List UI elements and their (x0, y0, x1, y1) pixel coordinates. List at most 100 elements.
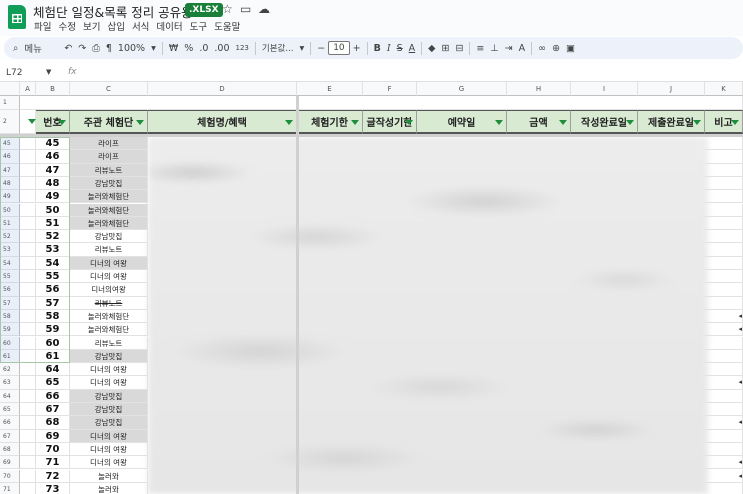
merge-cells-icon[interactable]: ⊟ (452, 43, 466, 54)
chart-icon[interactable]: ▣ (563, 43, 578, 54)
row-header[interactable]: 67 (0, 429, 20, 443)
fill-color-icon[interactable]: ◆ (425, 43, 438, 54)
note-cell[interactable] (705, 363, 743, 377)
note-cell[interactable] (705, 349, 743, 364)
header-cell-group[interactable]: 주관 체험단 (70, 110, 148, 134)
menu-item[interactable]: 삽입 (107, 19, 124, 33)
filter-icon[interactable] (28, 119, 36, 124)
empty-cell[interactable] (20, 270, 36, 284)
header-cell-deadline[interactable]: 체험기한 (297, 110, 363, 134)
number-cell[interactable]: 48 (36, 176, 70, 191)
group-cell[interactable]: 강남맛집 (70, 416, 148, 430)
filter-icon[interactable] (285, 120, 293, 125)
empty-cell[interactable] (20, 469, 36, 483)
borders-icon[interactable]: ⊞ (438, 43, 452, 54)
note-cell[interactable] (705, 230, 743, 244)
menu-item[interactable]: 수정 (58, 19, 75, 33)
number-cell[interactable]: 46 (36, 150, 70, 164)
menu-item[interactable]: 도움말 (214, 19, 240, 33)
filter-icon[interactable] (559, 120, 567, 125)
column-header[interactable]: I (571, 82, 638, 96)
header-cell-write-deadline[interactable]: 글작성기한 (363, 110, 417, 134)
chevron-down-icon[interactable]: ▾ (296, 43, 307, 54)
empty-cell[interactable] (20, 203, 36, 217)
empty-cell[interactable] (20, 376, 36, 390)
menu-item[interactable]: 데이터 (156, 19, 182, 33)
note-cell[interactable] (705, 283, 743, 297)
search-menus-input[interactable]: 메뉴 (21, 41, 61, 55)
column-header[interactable]: G (417, 82, 507, 96)
empty-cell[interactable] (20, 283, 36, 297)
note-cell[interactable] (705, 270, 743, 284)
empty-cell[interactable] (20, 176, 36, 191)
note-cell[interactable] (705, 296, 743, 310)
group-cell[interactable]: 놀러와체험단 (70, 190, 148, 204)
text-rotate-icon[interactable]: A (516, 43, 529, 54)
empty-cell[interactable] (20, 230, 36, 244)
filter-icon[interactable] (405, 120, 413, 125)
column-header[interactable]: B (36, 82, 70, 96)
group-cell[interactable]: 라이프 (70, 137, 148, 151)
filter-icon[interactable] (731, 120, 739, 125)
empty-cell[interactable] (20, 482, 36, 494)
empty-cell[interactable] (20, 190, 36, 204)
cloud-icon[interactable]: ☁ (258, 2, 270, 16)
header-cell-write-done[interactable]: 작성완료일 (571, 110, 638, 134)
folder-icon[interactable]: ▭ (240, 2, 251, 16)
align-vertical-icon[interactable]: ⊥ (487, 43, 501, 54)
link-icon[interactable]: ∞ (535, 43, 549, 54)
align-horizontal-icon[interactable]: ≡ (473, 43, 487, 54)
number-cell[interactable]: 57 (36, 296, 70, 310)
row-header[interactable]: 66 (0, 416, 20, 430)
group-cell[interactable]: 놀러와체험단 (70, 323, 148, 337)
empty-cell[interactable] (20, 389, 36, 403)
empty-cell[interactable] (20, 442, 36, 457)
text-color-button[interactable]: A (406, 43, 419, 54)
empty-cell[interactable] (20, 456, 36, 470)
note-cell[interactable] (705, 336, 743, 350)
empty-cell[interactable] (20, 363, 36, 377)
search-icon[interactable]: ⌕ (10, 43, 21, 54)
header-cell-amount[interactable]: 금액 (507, 110, 571, 134)
empty-cell[interactable] (20, 216, 36, 231)
note-cell[interactable] (705, 137, 743, 151)
group-cell[interactable]: 놀러와 (70, 482, 148, 494)
note-cell[interactable] (705, 403, 743, 417)
note-cell[interactable] (705, 203, 743, 217)
column-header[interactable]: A (20, 82, 36, 96)
row-header[interactable]: 70 (0, 469, 20, 483)
italic-button[interactable]: I (384, 43, 394, 54)
increase-decimal-button[interactable]: .00 (211, 43, 232, 54)
group-cell[interactable]: 리뷰노트 (70, 336, 148, 350)
dropdown-mark-icon[interactable]: ◂ (738, 458, 742, 466)
filter-icon[interactable] (136, 120, 144, 125)
group-cell[interactable]: 리뷰노트 (70, 163, 148, 177)
decrease-decimal-button[interactable]: .0 (196, 43, 211, 54)
group-cell[interactable]: 놀러와체험단 (70, 309, 148, 324)
column-header[interactable]: D (148, 82, 297, 96)
number-cell[interactable]: 65 (36, 376, 70, 390)
number-cell[interactable]: 60 (36, 336, 70, 350)
sheets-logo-icon[interactable] (8, 5, 26, 29)
empty-cell[interactable] (20, 336, 36, 350)
font-family-select[interactable]: 기본값... (259, 42, 297, 54)
group-cell[interactable]: 디너의 여왕 (70, 376, 148, 390)
number-cell[interactable]: 70 (36, 442, 70, 457)
group-cell[interactable]: 강남맛집 (70, 403, 148, 417)
row-header[interactable]: 68 (0, 442, 20, 457)
number-cell[interactable]: 45 (36, 137, 70, 151)
header-cell-num[interactable]: 번호 (36, 110, 70, 134)
empty-cell[interactable] (20, 403, 36, 417)
row-header[interactable]: 64 (0, 389, 20, 403)
zoom-select[interactable]: 100% (115, 43, 148, 54)
note-cell[interactable] (705, 309, 743, 324)
group-cell[interactable]: 디너의 여왕 (70, 270, 148, 284)
note-cell[interactable] (705, 323, 743, 337)
group-cell[interactable]: 리뷰노트 (70, 296, 148, 310)
font-size-input[interactable]: 10 (328, 41, 350, 55)
number-cell[interactable]: 67 (36, 403, 70, 417)
number-cell[interactable]: 66 (36, 389, 70, 403)
menu-item[interactable]: 도구 (190, 19, 207, 33)
note-cell[interactable] (705, 376, 743, 390)
paint-format-icon[interactable]: ¶ (103, 43, 115, 54)
